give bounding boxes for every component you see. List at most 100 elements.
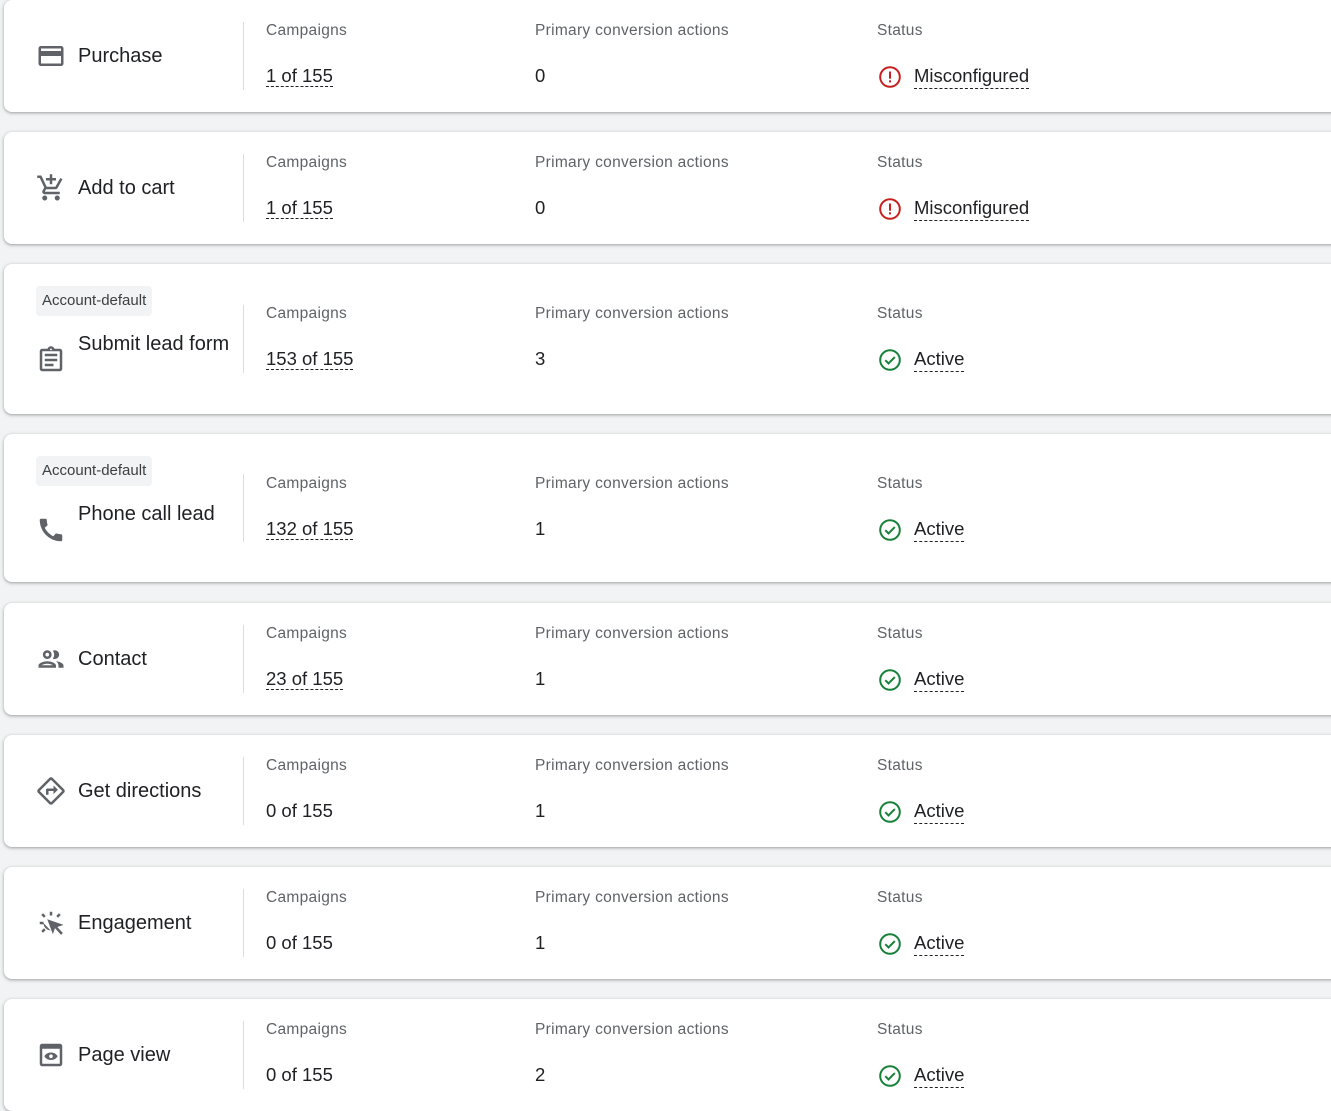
campaigns-count[interactable]: 1 of 155 <box>266 65 333 87</box>
primary-actions-label: Primary conversion actions <box>535 475 729 492</box>
primary-actions-label: Primary conversion actions <box>535 154 729 171</box>
campaigns-value: 0 of 155 <box>266 799 333 823</box>
check-circle-icon <box>878 668 902 692</box>
goal-card-5[interactable]: Get directions Campaigns 0 of 155 Primary c… <box>4 735 1331 847</box>
click-icon <box>36 908 66 938</box>
status-label: Status <box>877 305 923 322</box>
primary-actions-value: 1 <box>535 932 546 953</box>
status-text[interactable]: Misconfigured <box>914 196 1030 221</box>
primary-actions-value: 0 <box>535 197 546 218</box>
status-text[interactable]: Active <box>914 931 965 956</box>
campaigns-value[interactable]: 132 of 155 <box>266 517 354 541</box>
campaigns-count[interactable]: 23 of 155 <box>266 668 344 690</box>
status-label: Status <box>877 889 923 906</box>
campaigns-count[interactable]: 153 of 155 <box>266 348 354 370</box>
campaigns-label: Campaigns <box>266 1021 348 1038</box>
goal-card-6[interactable]: Engagement Campaigns 0 of 155 Primary conve… <box>4 867 1331 979</box>
campaigns-label: Campaigns <box>266 305 348 322</box>
status-label: Status <box>877 757 923 774</box>
status-value[interactable]: Active <box>878 799 965 824</box>
status-value[interactable]: Misconfigured <box>878 64 1030 89</box>
goal-header: Account-default Submit lead form <box>36 264 236 414</box>
goal-header: Account-default Phone call lead <box>36 434 236 582</box>
credit-card-icon <box>36 41 66 71</box>
goal-card-3[interactable]: Account-default Phone call lead Campaigns 1… <box>4 434 1331 582</box>
status-value[interactable]: Active <box>878 517 965 542</box>
goal-name: Purchase <box>78 45 163 67</box>
campaigns-label: Campaigns <box>266 889 348 906</box>
goal-name: Submit lead form <box>78 333 230 355</box>
campaigns-value: 0 of 155 <box>266 931 333 955</box>
primary-actions-value: 1 <box>535 800 546 821</box>
campaigns-value[interactable]: 1 of 155 <box>266 64 333 88</box>
check-circle-icon <box>878 518 902 542</box>
status-label: Status <box>877 22 923 39</box>
goal-header: Add to cart <box>36 132 236 244</box>
campaigns-count: 0 of 155 <box>266 800 333 821</box>
column-divider <box>243 22 244 90</box>
status-value[interactable]: Misconfigured <box>878 196 1030 221</box>
check-circle-icon <box>878 348 902 372</box>
column-divider <box>243 757 244 825</box>
goal-header: Engagement <box>36 867 236 979</box>
goal-header: Get directions <box>36 735 236 847</box>
status-text[interactable]: Active <box>914 347 965 372</box>
primary-actions-value: 1 <box>535 668 546 689</box>
page-view-icon <box>36 1040 66 1070</box>
primary-actions-label: Primary conversion actions <box>535 1021 729 1038</box>
column-divider <box>243 625 244 693</box>
goal-card-1[interactable]: Add to cart Campaigns 1 of 155 Primary conv… <box>4 132 1331 244</box>
goal-name: Add to cart <box>78 177 175 199</box>
campaigns-value[interactable]: 153 of 155 <box>266 347 354 371</box>
campaigns-count[interactable]: 132 of 155 <box>266 518 354 540</box>
primary-actions-value: 0 <box>535 65 546 86</box>
account-default-chip: Account-default <box>36 456 153 486</box>
campaigns-label: Campaigns <box>266 154 348 171</box>
goal-card-7[interactable]: Page view Campaigns 0 of 155 Primary conver… <box>4 999 1331 1111</box>
campaigns-count: 0 of 155 <box>266 1064 333 1085</box>
goal-name: Page view <box>78 1044 171 1066</box>
check-circle-icon <box>878 932 902 956</box>
goal-card-2[interactable]: Account-default Submit lead form Campaigns… <box>4 264 1331 414</box>
status-text[interactable]: Active <box>914 667 965 692</box>
status-text[interactable]: Active <box>914 799 965 824</box>
status-value[interactable]: Active <box>878 347 965 372</box>
goal-card-0[interactable]: Purchase Campaigns 1 of 155 Primary convers… <box>4 0 1331 112</box>
error-icon <box>878 65 902 89</box>
campaigns-label: Campaigns <box>266 22 348 39</box>
goal-name: Phone call lead <box>78 503 215 525</box>
campaigns-value[interactable]: 23 of 155 <box>266 667 344 691</box>
goal-name: Engagement <box>78 912 192 934</box>
status-text[interactable]: Active <box>914 517 965 542</box>
campaigns-value: 0 of 155 <box>266 1063 333 1087</box>
goal-header: Purchase <box>36 0 236 112</box>
status-value[interactable]: Active <box>878 667 965 692</box>
phone-icon <box>36 515 66 545</box>
cart-add-icon <box>36 173 66 203</box>
primary-actions-label: Primary conversion actions <box>535 889 729 906</box>
campaigns-label: Campaigns <box>266 625 348 642</box>
column-divider <box>243 305 244 373</box>
goal-header: Page view <box>36 999 236 1111</box>
campaigns-value[interactable]: 1 of 155 <box>266 196 333 220</box>
primary-actions-label: Primary conversion actions <box>535 625 729 642</box>
account-default-chip: Account-default <box>36 286 153 316</box>
goal-name: Contact <box>78 648 147 670</box>
primary-actions-value: 3 <box>535 348 546 369</box>
status-label: Status <box>877 475 923 492</box>
campaigns-count: 0 of 155 <box>266 932 333 953</box>
column-divider <box>243 1021 244 1089</box>
status-text[interactable]: Active <box>914 1063 965 1088</box>
column-divider <box>243 889 244 957</box>
primary-actions-label: Primary conversion actions <box>535 22 729 39</box>
status-text[interactable]: Misconfigured <box>914 64 1030 89</box>
primary-actions-label: Primary conversion actions <box>535 305 729 322</box>
goal-header: Contact <box>36 603 236 715</box>
status-value[interactable]: Active <box>878 931 965 956</box>
check-circle-icon <box>878 1064 902 1088</box>
campaigns-count[interactable]: 1 of 155 <box>266 197 333 219</box>
goal-card-4[interactable]: Contact Campaigns 23 of 155 Primary convers… <box>4 603 1331 715</box>
primary-actions-value: 1 <box>535 518 546 539</box>
goal-name: Get directions <box>78 780 202 802</box>
status-value[interactable]: Active <box>878 1063 965 1088</box>
